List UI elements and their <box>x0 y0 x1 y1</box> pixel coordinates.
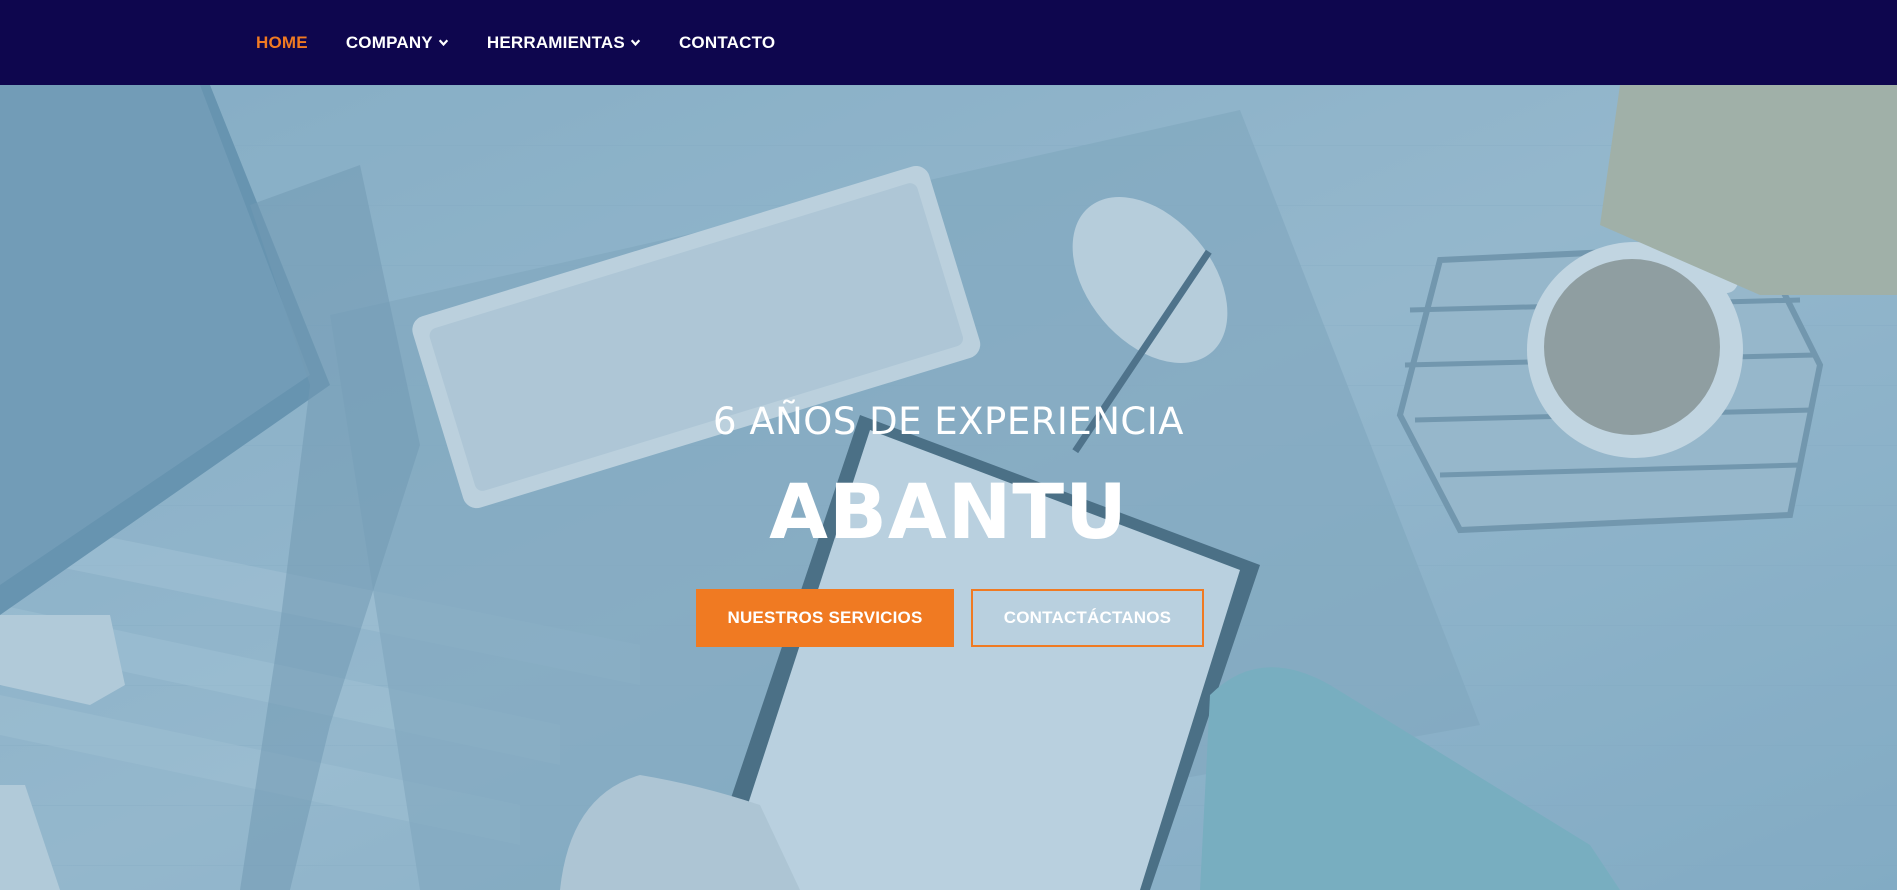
hero-content: 6 AÑOS DE EXPERIENCIA ABANTU NUESTROS SE… <box>0 85 1897 890</box>
hero-section: 6 AÑOS DE EXPERIENCIA ABANTU NUESTROS SE… <box>0 85 1897 890</box>
page: HOME COMPANY HERRAMIENTAS CONTACTO 6 AÑO… <box>0 0 1897 890</box>
chevron-down-icon <box>630 39 641 47</box>
top-navbar: HOME COMPANY HERRAMIENTAS CONTACTO <box>0 0 1897 85</box>
nav-item-home[interactable]: HOME <box>256 33 308 53</box>
contact-button[interactable]: CONTACTÁCTANOS <box>971 589 1204 647</box>
nav-item-label: COMPANY <box>345 32 433 52</box>
nav-item-company[interactable]: COMPANY <box>346 33 449 53</box>
nav-item-label: HOME <box>256 32 308 52</box>
nav-menu: HOME COMPANY HERRAMIENTAS CONTACTO <box>256 0 813 85</box>
chevron-down-icon <box>438 39 449 47</box>
hero-subtitle: 6 AÑOS DE EXPERIENCIA <box>713 400 1184 443</box>
nav-item-contacto[interactable]: CONTACTO <box>679 33 775 53</box>
hero-title: ABANTU <box>769 467 1128 556</box>
nav-item-label: CONTACTO <box>678 32 776 52</box>
nav-item-label: HERRAMIENTAS <box>486 32 625 52</box>
nav-item-herramientas[interactable]: HERRAMIENTAS <box>487 33 641 53</box>
services-button[interactable]: NUESTROS SERVICIOS <box>696 589 954 647</box>
